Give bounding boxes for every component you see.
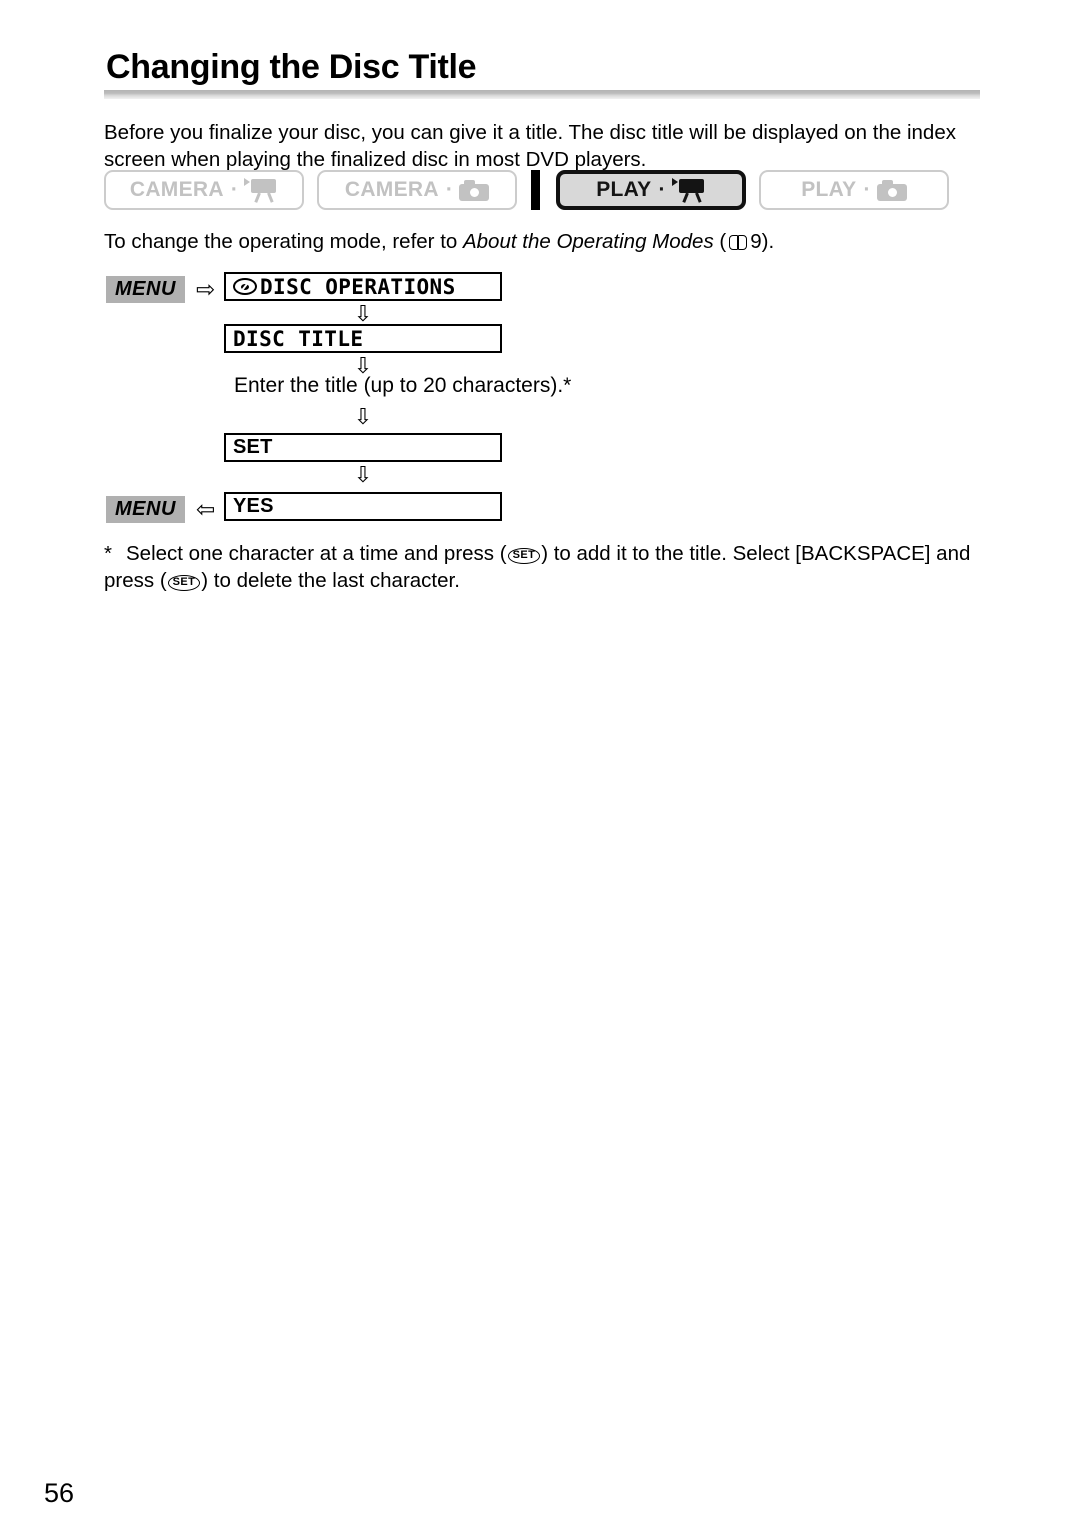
arrow-down-icon-1: ⇩ [353,301,373,326]
mode-button-play-movie[interactable]: PLAY · [556,170,746,210]
mode-button-camera-still[interactable]: CAMERA · [317,170,517,210]
flow-step-set[interactable]: SET [224,433,502,462]
mode-button-play-still[interactable]: PLAY · [759,170,949,210]
page-title: Changing the Disc Title [106,48,477,86]
mode-note-reference: About the Operating Modes [462,230,714,253]
arrow-down-icon-3: ⇩ [353,404,373,429]
page-number: 56 [44,1478,75,1508]
flow-step-disc-operations-label: DISC OPERATIONS [260,274,456,299]
movie-camera-icon [671,177,706,203]
operating-mode-note: To change the operating mode, refer to A… [104,228,774,255]
flow-step-disc-operations[interactable]: DISC OPERATIONS [224,272,502,301]
footnote-marker: * [104,542,112,565]
flow-step-yes[interactable]: YES [224,492,502,521]
still-camera-icon [459,179,490,201]
flow-step-yes-label: YES [233,495,274,517]
operating-mode-buttons: CAMERA · CAMERA · PLAY · PLAY · [104,168,980,212]
mode-button-camera-movie[interactable]: CAMERA · [104,170,304,210]
mode-button-play-movie-label: PLAY [596,178,652,201]
disc-icon [233,278,257,295]
page-header: Changing the Disc Title [104,50,980,99]
mode-note-paren-open: ( [713,230,727,253]
mode-group-separator [531,170,540,210]
arrow-down-icon-4: ⇩ [353,462,373,487]
footnote-body: Select one character at a time and press… [104,542,970,592]
footnote-part-3: ) to delete the last character. [201,569,460,592]
mode-button-play-still-label: PLAY [801,178,857,201]
menu-badge-start[interactable]: MENU [106,276,185,303]
mode-button-camera-still-label: CAMERA [344,178,439,201]
mode-note-page-ref: 9 [750,230,762,253]
set-button-icon: SET [167,575,201,591]
mode-note-text-before: To change the operating mode, refer to [104,230,463,253]
menu-badge-end[interactable]: MENU [106,496,185,523]
flow-step-disc-title[interactable]: DISC TITLE [224,324,502,353]
mode-note-paren-close: ). [761,230,775,253]
mode-button-camera-movie-label: CAMERA [129,178,224,201]
still-camera-icon [876,179,907,201]
intro-paragraph: Before you finalize your disc, you can g… [104,120,956,171]
book-icon [729,235,748,250]
movie-camera-icon [244,177,278,203]
flow-step-set-label: SET [233,436,273,458]
footnote-part-1: Select one character at a time and press… [126,542,507,565]
set-button-icon: SET [507,548,541,564]
arrow-right-icon: ⇨ [196,276,216,302]
footnote: * Select one character at a time and pre… [104,540,984,594]
flow-step-enter-title: Enter the title (up to 20 characters).* [234,374,572,397]
arrow-left-icon: ⇦ [196,496,216,522]
title-divider [104,90,980,99]
flow-step-disc-title-label: DISC TITLE [233,326,364,351]
